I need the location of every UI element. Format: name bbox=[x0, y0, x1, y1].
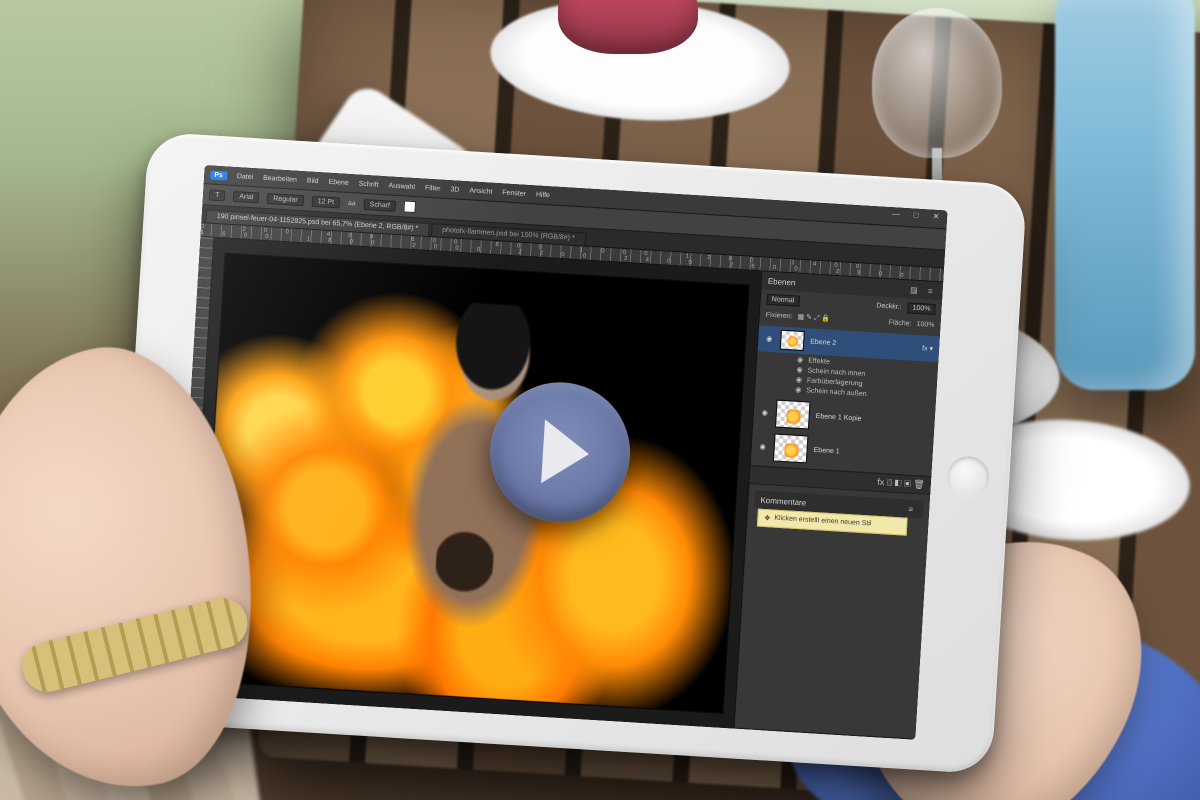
color-swatch[interactable] bbox=[404, 200, 417, 213]
layer-name[interactable]: Ebene 2 bbox=[810, 338, 836, 347]
lock-icon[interactable]: ▦ ✎ ⤢ 🔒 bbox=[797, 313, 830, 324]
visibility-icon[interactable]: ◉ bbox=[760, 409, 770, 418]
minimize-icon[interactable]: — bbox=[889, 209, 904, 219]
fill-value[interactable]: 100% bbox=[916, 321, 934, 329]
aa-label: aa bbox=[348, 199, 356, 206]
cup bbox=[558, 0, 698, 54]
document-canvas[interactable] bbox=[198, 252, 749, 714]
lock-label: Fixieren: bbox=[766, 312, 793, 321]
menu-item[interactable]: Schrift bbox=[359, 180, 379, 188]
eye-icon[interactable]: ◉ bbox=[797, 356, 804, 364]
menu-item[interactable]: 3D bbox=[450, 186, 459, 194]
eye-icon[interactable]: ◉ bbox=[796, 376, 803, 384]
panel-menu-icon[interactable]: ≡ bbox=[908, 504, 917, 514]
layer-name[interactable]: Ebene 1 bbox=[813, 446, 839, 455]
layers-panel[interactable]: Ebenen ▤ ≡ Normal Deckkr.: 100% Fixieren… bbox=[749, 271, 943, 495]
visibility-icon[interactable]: ◉ bbox=[758, 442, 768, 451]
menu-item[interactable]: Datei bbox=[237, 173, 254, 181]
maximize-icon[interactable]: □ bbox=[909, 210, 924, 220]
panel-title: Kommentare bbox=[760, 495, 806, 507]
notes-panel[interactable]: Kommentare ≡ Kein ✥ Klicken erstellt ein… bbox=[734, 484, 930, 740]
eye-icon[interactable]: ◉ bbox=[796, 366, 803, 374]
tablet-device: — □ ✕ Ps Datei Bearbeiten Bild Ebene Sch… bbox=[113, 132, 1027, 775]
fx-badge[interactable]: fx ▾ bbox=[922, 344, 933, 353]
water-bottle bbox=[1055, 0, 1195, 390]
font-size-select[interactable]: 12 Pt bbox=[311, 195, 340, 208]
menu-item[interactable]: Filter bbox=[425, 184, 441, 192]
layer-thumb[interactable] bbox=[773, 433, 809, 463]
app-badge: Ps bbox=[210, 170, 227, 180]
menu-item[interactable]: Ebene bbox=[328, 178, 349, 186]
panel-menu-icon[interactable]: ▤ ≡ bbox=[910, 285, 937, 296]
photo-backdrop: — □ ✕ Ps Datei Bearbeiten Bild Ebene Sch… bbox=[0, 0, 1200, 800]
font-style-select[interactable]: Regular bbox=[267, 193, 304, 206]
close-icon[interactable]: ✕ bbox=[929, 211, 944, 221]
layer-list[interactable]: ◉ Ebene 2 fx ▾ ◉Effekte ◉Schein nach inn… bbox=[751, 323, 940, 476]
tablet-screen: — □ ✕ Ps Datei Bearbeiten Bild Ebene Sch… bbox=[173, 165, 948, 739]
menu-item[interactable]: Bearbeiten bbox=[263, 174, 297, 183]
layer-thumb[interactable] bbox=[775, 400, 811, 430]
aa-select[interactable]: Scharf bbox=[363, 198, 396, 211]
home-button[interactable] bbox=[946, 455, 990, 499]
menu-item[interactable]: Bild bbox=[307, 177, 319, 185]
menu-item[interactable]: Ansicht bbox=[469, 187, 492, 195]
opacity-label: Deckkr.: bbox=[876, 302, 902, 311]
panel-title: Ebenen bbox=[768, 276, 796, 287]
blend-mode-select[interactable]: Normal bbox=[766, 294, 799, 307]
canvas-area[interactable] bbox=[187, 238, 762, 729]
visibility-icon[interactable]: ◉ bbox=[764, 335, 774, 344]
cursor-icon: ✥ bbox=[764, 514, 770, 522]
layer-thumb[interactable] bbox=[780, 330, 805, 351]
tool-icon[interactable]: T bbox=[209, 189, 226, 201]
fill-label: Fläche: bbox=[888, 319, 911, 327]
opacity-value[interactable]: 100% bbox=[907, 302, 936, 315]
font-family-select[interactable]: Arial bbox=[233, 190, 260, 203]
eye-icon[interactable]: ◉ bbox=[795, 386, 802, 394]
layer-name[interactable]: Ebene 1 Kopie bbox=[816, 412, 862, 422]
menu-item[interactable]: Fenster bbox=[502, 189, 526, 197]
right-panels: Ebenen ▤ ≡ Normal Deckkr.: 100% Fixieren… bbox=[733, 271, 943, 739]
menu-item[interactable]: Hilfe bbox=[536, 191, 550, 199]
menu-item[interactable]: Auswahl bbox=[388, 182, 415, 191]
